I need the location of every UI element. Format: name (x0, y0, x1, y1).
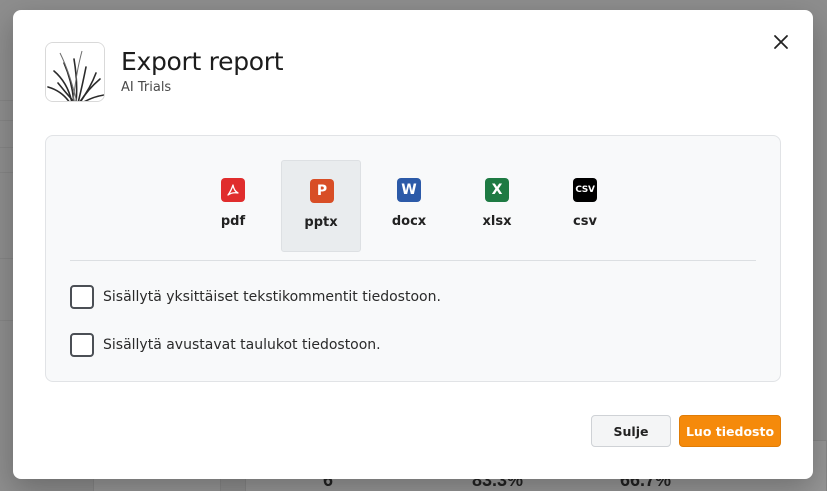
background-divider (0, 172, 14, 173)
close-icon (774, 35, 788, 49)
format-label: xlsx (482, 214, 512, 229)
include-helper-tables-label: Sisällytä avustavat taulukot tiedostoon. (103, 337, 381, 353)
include-text-comments-checkbox[interactable] (70, 285, 94, 309)
close-button[interactable] (769, 30, 793, 54)
include-helper-tables-option[interactable]: Sisällytä avustavat taulukot tiedostoon. (70, 333, 381, 357)
format-option-pptx[interactable]: P pptx (281, 160, 361, 252)
word-icon: W (397, 178, 421, 202)
pdf-icon (221, 178, 245, 202)
csv-icon: CSV (573, 178, 597, 202)
include-helper-tables-checkbox[interactable] (70, 333, 94, 357)
panel-divider (70, 260, 756, 261)
format-label: pdf (220, 214, 246, 229)
format-label: pptx (304, 215, 338, 230)
powerpoint-icon: P (310, 179, 334, 203)
background-divider (0, 120, 14, 121)
format-option-csv[interactable]: CSV csv (545, 160, 625, 252)
background-divider (0, 147, 14, 148)
include-text-comments-option[interactable]: Sisällytä yksittäiset tekstikommentit ti… (70, 285, 441, 309)
format-option-pdf[interactable]: pdf (193, 160, 273, 252)
plant-thumbnail-image (46, 43, 104, 101)
export-options-panel: pdf P pptx W docx X xlsx CSV csv Sisälly… (45, 135, 781, 382)
dialog-subtitle: AI Trials (121, 80, 172, 95)
excel-icon: X (485, 178, 509, 202)
background-divider (0, 320, 14, 321)
format-label: docx (391, 214, 427, 229)
export-report-dialog: Export report AI Trials pdf P pptx W doc… (13, 10, 813, 479)
sulje-button[interactable]: Sulje (591, 415, 671, 447)
create-file-button[interactable]: Luo tiedosto (679, 415, 781, 447)
dialog-title: Export report (121, 47, 284, 76)
format-option-docx[interactable]: W docx (369, 160, 449, 252)
include-text-comments-label: Sisällytä yksittäiset tekstikommentit ti… (103, 289, 441, 305)
background-divider (0, 258, 14, 259)
format-label: csv (573, 214, 597, 229)
report-thumbnail (45, 42, 105, 102)
background-divider (0, 100, 14, 101)
format-option-xlsx[interactable]: X xlsx (457, 160, 537, 252)
